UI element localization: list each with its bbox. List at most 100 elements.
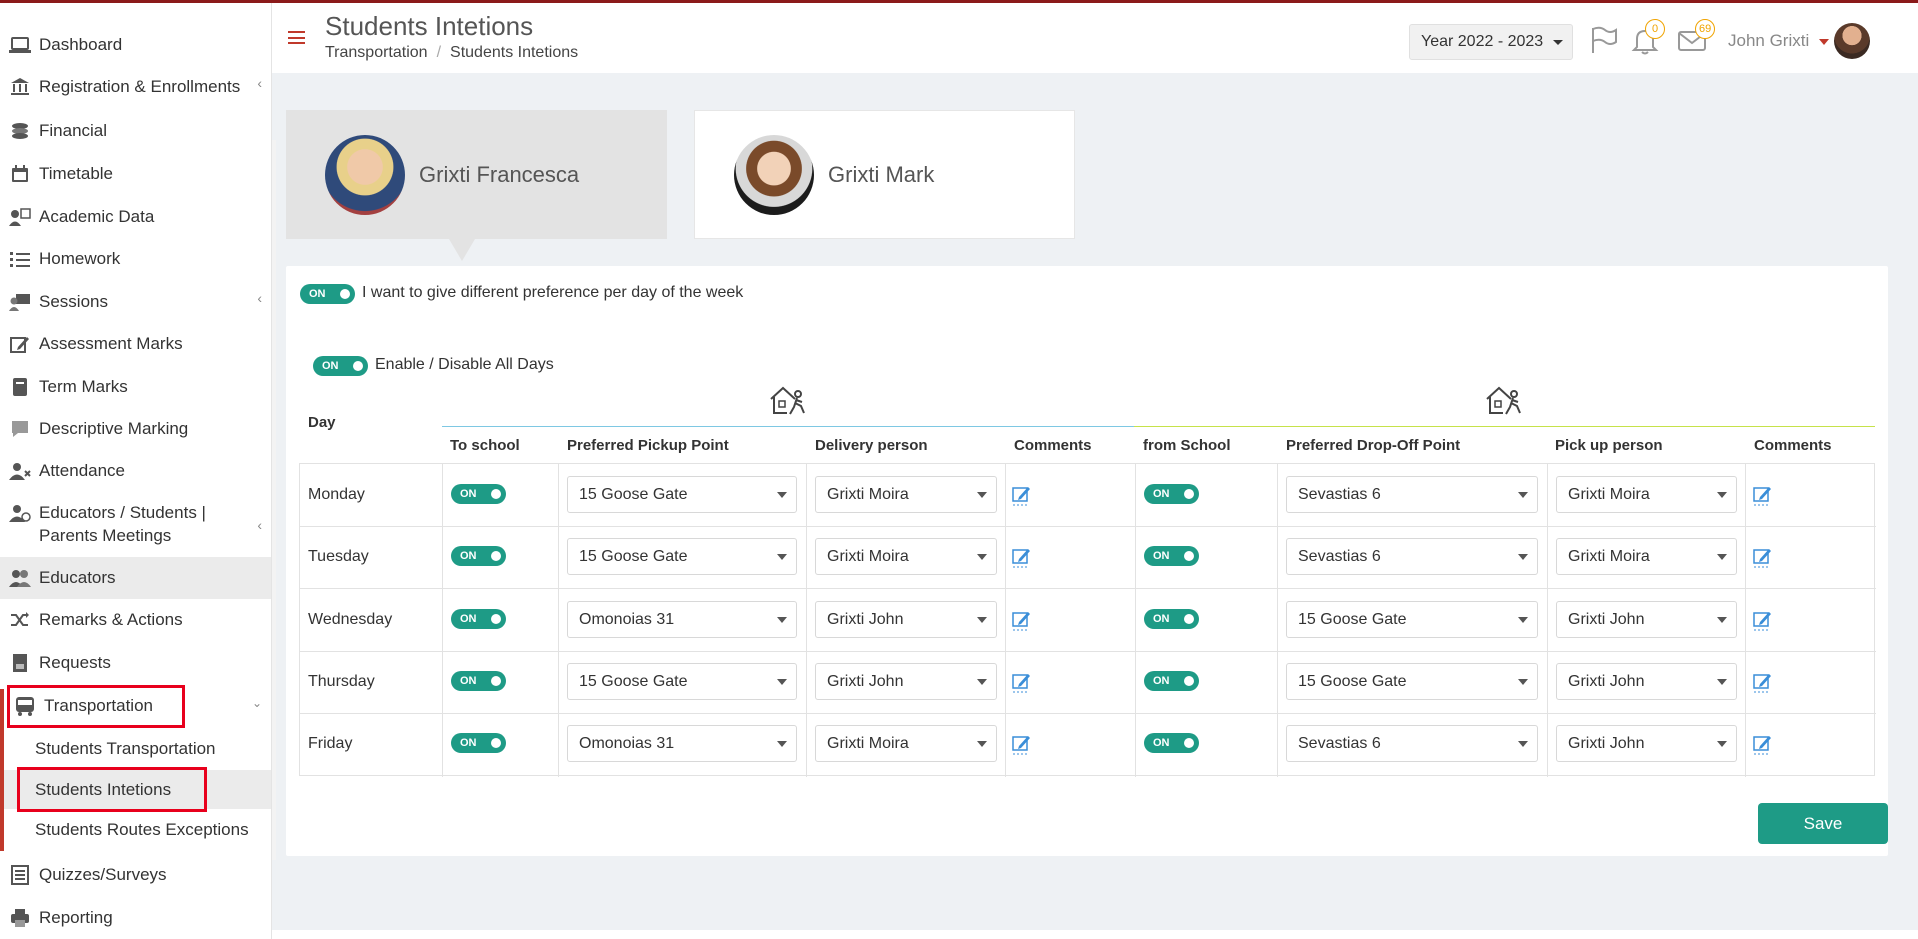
sidebar-scrollbar[interactable] — [272, 140, 276, 860]
per-day-toggle[interactable]: ON — [300, 284, 355, 304]
edit-comment-icon[interactable] — [1753, 733, 1773, 755]
to-school-toggle[interactable]: ON — [451, 484, 506, 504]
printer-icon — [8, 906, 32, 930]
year-select[interactable]: Year 2022 - 2023 — [1409, 24, 1573, 60]
student-card-selected[interactable]: Grixti Francesca — [286, 110, 667, 239]
sidebar-item-financial[interactable]: Financial — [0, 117, 271, 145]
select-value: Grixti Moira — [827, 734, 909, 752]
select-value: 15 Goose Gate — [579, 547, 688, 565]
pickup-point-select[interactable]: Omonoias 31 — [567, 725, 797, 762]
col-header-from-school: from School — [1143, 437, 1231, 454]
to-school-toggle[interactable]: ON — [451, 671, 506, 691]
from-school-toggle[interactable]: ON — [1144, 733, 1199, 753]
dropoff-point-select[interactable]: Sevastias 6 — [1286, 725, 1538, 762]
edit-comment-icon[interactable] — [1012, 609, 1032, 631]
from-school-toggle[interactable]: ON — [1144, 671, 1199, 691]
caret-down-icon[interactable] — [1819, 39, 1829, 45]
sidebar-item-registration[interactable]: Registration & Enrollments ‹ — [0, 73, 271, 101]
student-card[interactable]: Grixti Mark — [694, 110, 1075, 239]
pickup-person-select[interactable]: Grixti Moira — [1556, 538, 1737, 575]
sidebar-item-label: Academic Data — [39, 207, 155, 226]
delivery-person-select[interactable]: Grixti Moira — [815, 538, 997, 575]
caret-down-icon — [1518, 679, 1528, 685]
year-select-value: Year 2022 - 2023 — [1421, 33, 1544, 50]
sidebar-item-requests[interactable]: Requests — [0, 649, 271, 677]
bank-icon — [8, 75, 32, 99]
pickup-person-select[interactable]: Grixti John — [1556, 725, 1737, 762]
bell-icon[interactable]: 0 — [1630, 19, 1665, 55]
dropoff-point-select[interactable]: Sevastias 6 — [1286, 538, 1538, 575]
sidebar-item-dashboard[interactable]: Dashboard — [0, 31, 271, 59]
pickup-point-select[interactable]: Omonoias 31 — [567, 601, 797, 638]
chevron-down-icon: ⌄ — [251, 696, 262, 710]
delivery-person-select[interactable]: Grixti John — [815, 663, 997, 700]
pickup-point-select[interactable]: 15 Goose Gate — [567, 663, 797, 700]
delivery-person-select[interactable]: Grixti Moira — [815, 476, 997, 513]
edit-comment-icon[interactable] — [1012, 546, 1032, 568]
sidebar-item-label: Remarks & Actions — [39, 610, 183, 629]
dropoff-point-select[interactable]: 15 Goose Gate — [1286, 663, 1538, 700]
envelope-icon[interactable]: 69 — [1677, 19, 1716, 55]
all-days-label: Enable / Disable All Days — [375, 356, 554, 373]
sidebar-item-attendance[interactable]: Attendance — [0, 457, 271, 485]
menu-icon[interactable] — [288, 31, 305, 44]
sidebar-item-label: Registration & Enrollments — [39, 77, 241, 96]
calendar-icon — [8, 162, 32, 186]
delivery-person-select[interactable]: Grixti John — [815, 601, 997, 638]
pickup-point-select[interactable]: 15 Goose Gate — [567, 538, 797, 575]
sidebar-item-assessment-marks[interactable]: Assessment Marks — [0, 330, 271, 358]
breadcrumb-item[interactable]: Transportation — [325, 44, 428, 61]
edit-comment-icon[interactable] — [1753, 671, 1773, 693]
select-value: Grixti Moira — [827, 547, 909, 565]
flag-icon[interactable] — [1588, 25, 1618, 55]
avatar[interactable] — [1834, 23, 1870, 59]
caret-down-icon — [977, 741, 987, 747]
sidebar-item-meetings[interactable]: Educators / Students | Parents Meetings … — [0, 499, 271, 549]
sidebar-item-educators[interactable]: Educators — [0, 564, 271, 592]
pickup-person-select[interactable]: Grixti John — [1556, 601, 1737, 638]
sidebar-subitem-routes-exceptions[interactable]: Students Routes Exceptions — [0, 816, 271, 844]
edit-comment-icon[interactable] — [1753, 609, 1773, 631]
from-school-toggle[interactable]: ON — [1144, 609, 1199, 629]
pickup-person-select[interactable]: Grixti John — [1556, 663, 1737, 700]
caret-down-icon — [1717, 741, 1727, 747]
col-header-pickup-point: Preferred Pickup Point — [567, 437, 729, 454]
sidebar-item-timetable[interactable]: Timetable — [0, 160, 271, 188]
all-days-toggle[interactable]: ON — [313, 356, 368, 376]
to-school-toggle[interactable]: ON — [451, 546, 506, 566]
caret-down-icon — [1518, 617, 1528, 623]
from-school-toggle[interactable]: ON — [1144, 546, 1199, 566]
pickup-point-select[interactable]: 15 Goose Gate — [567, 476, 797, 513]
sidebar-item-reporting[interactable]: Reporting — [0, 904, 271, 932]
sidebar-subitem-students-transportation[interactable]: Students Transportation — [0, 735, 271, 763]
sidebar-item-homework[interactable]: Homework — [0, 245, 271, 273]
sidebar-item-sessions[interactable]: Sessions ‹ — [0, 288, 271, 316]
edit-comment-icon[interactable] — [1012, 484, 1032, 506]
pickup-person-select[interactable]: Grixti Moira — [1556, 476, 1737, 513]
save-button[interactable]: Save — [1758, 803, 1888, 844]
day-cell: Tuesday — [308, 548, 369, 565]
to-school-toggle[interactable]: ON — [451, 609, 506, 629]
edit-comment-icon[interactable] — [1753, 546, 1773, 568]
select-value: 15 Goose Gate — [579, 672, 688, 690]
delivery-person-select[interactable]: Grixti Moira — [815, 725, 997, 762]
select-value: 15 Goose Gate — [1298, 672, 1407, 690]
edit-comment-icon[interactable] — [1012, 671, 1032, 693]
caret-down-icon — [1717, 492, 1727, 498]
sidebar-item-term-marks[interactable]: Term Marks — [0, 373, 271, 401]
sidebar-item-descriptive-marking[interactable]: Descriptive Marking — [0, 415, 271, 443]
to-school-toggle[interactable]: ON — [451, 733, 506, 753]
user-clock-icon — [8, 501, 32, 525]
day-cell: Wednesday — [308, 611, 393, 628]
sidebar-item-label: Quizzes/Surveys — [39, 865, 167, 884]
user-name[interactable]: John Grixti — [1728, 31, 1809, 51]
dropoff-point-select[interactable]: 15 Goose Gate — [1286, 601, 1538, 638]
dropoff-point-select[interactable]: Sevastias 6 — [1286, 476, 1538, 513]
sidebar-item-academic-data[interactable]: Academic Data — [0, 203, 271, 231]
from-school-toggle[interactable]: ON — [1144, 484, 1199, 504]
sidebar-item-remarks[interactable]: Remarks & Actions — [0, 606, 271, 634]
sidebar-item-quizzes[interactable]: Quizzes/Surveys — [0, 861, 271, 889]
caret-down-icon — [1717, 617, 1727, 623]
edit-comment-icon[interactable] — [1753, 484, 1773, 506]
edit-comment-icon[interactable] — [1012, 733, 1032, 755]
